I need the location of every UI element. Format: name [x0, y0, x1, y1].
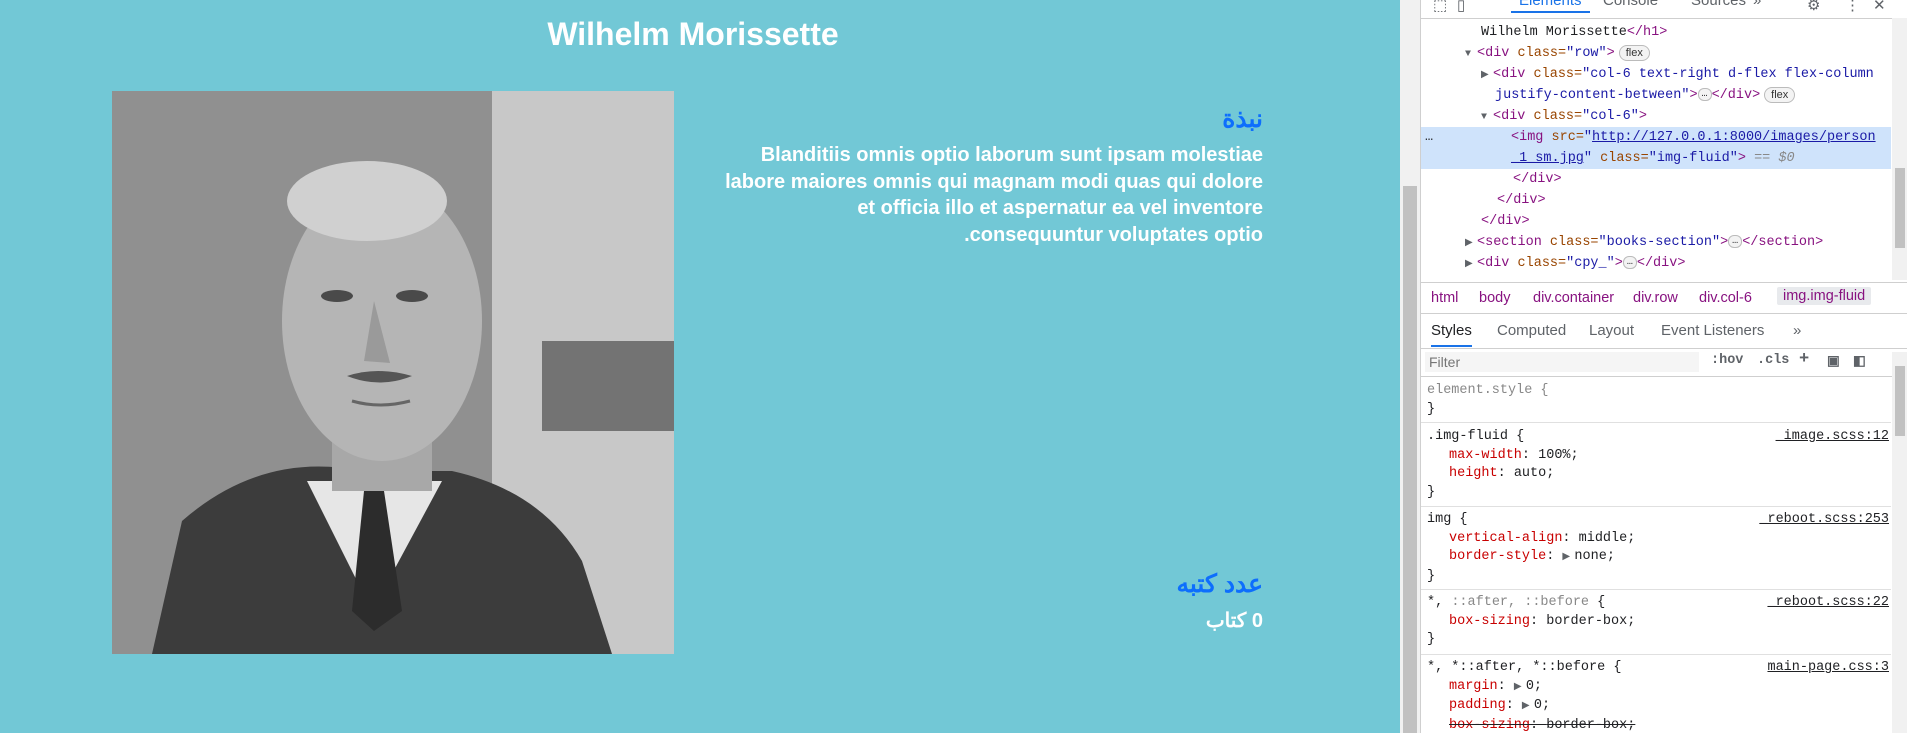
author-info: نبذة Blanditiis omnis optio laborum sunt…	[720, 100, 1263, 660]
style-rule: *, *::after, *::before { main-page.css:3…	[1427, 659, 1889, 733]
page-scrollbar[interactable]	[1400, 0, 1420, 733]
books-count-value: 0 كتاب	[1205, 610, 1263, 632]
page-viewport: Wilhelm Morissette نبذة Blanditiis omnis…	[0, 0, 1400, 733]
styles-filter-input[interactable]	[1425, 352, 1699, 372]
source-link[interactable]: main-page.css:3	[1767, 659, 1889, 678]
flex-badge[interactable]: flex	[1618, 45, 1650, 61]
hov-toggle-button[interactable]: :hov	[1711, 353, 1743, 368]
style-rule: .img-fluid { _image.scss:12 max-width: 1…	[1421, 428, 1891, 507]
dom-line[interactable]: ▼ <div class="col-6">	[1421, 106, 1891, 127]
breadcrumb-div-container[interactable]: div.container	[1533, 290, 1614, 306]
more-tabs-button[interactable]: »	[1753, 0, 1761, 9]
flex-badge[interactable]: flex	[1764, 87, 1796, 103]
page-title: Wilhelm Morissette	[547, 16, 839, 52]
collapse-triangle-icon[interactable]: ▼	[1481, 107, 1493, 129]
dom-line[interactable]: ▶ <section class="books-section">… </secti…	[1421, 232, 1891, 253]
styles-scrollbar[interactable]	[1892, 352, 1907, 733]
tab-computed[interactable]: Computed	[1497, 322, 1566, 339]
expand-triangle-icon[interactable]: ▶	[1514, 679, 1526, 698]
image-src-link[interactable]: http://127.0.0.1:8000/images/person	[1592, 130, 1876, 145]
dom-tree-scrollbar[interactable]	[1892, 18, 1907, 280]
bio-text: Blanditiis omnis optio laborum sunt ipsa…	[725, 144, 1263, 246]
settings-gear-icon[interactable]: ⚙	[1807, 0, 1820, 14]
collapsed-ellipsis[interactable]: …	[1697, 87, 1712, 101]
page-scrollbar-thumb[interactable]	[1403, 186, 1417, 733]
style-rule: img { _reboot.scss:253 vertical-align: m…	[1421, 511, 1891, 590]
tab-console[interactable]: Console	[1603, 0, 1658, 9]
dom-line[interactable]: justify-content-between">… </div> flex	[1421, 85, 1891, 106]
author-portrait	[112, 91, 674, 654]
inspect-element-icon[interactable]: ⬚	[1433, 0, 1447, 14]
expand-triangle-icon[interactable]: ▶	[1465, 254, 1477, 276]
expand-triangle-icon[interactable]: ▶	[1481, 65, 1493, 87]
breadcrumb-div-row[interactable]: div.row	[1633, 290, 1678, 306]
breadcrumb-img-fluid[interactable]: img.img-fluid	[1777, 287, 1872, 305]
paint-brush-icon[interactable]: ▣	[1827, 353, 1840, 370]
devtools-toolbar: ⬚ ▯ Elements Console Sources » ⚙ ⋮ ✕	[1421, 0, 1907, 19]
device-toolbar-icon[interactable]: ▯	[1457, 0, 1465, 14]
collapse-triangle-icon[interactable]: ▼	[1465, 44, 1477, 66]
close-icon[interactable]: ✕	[1873, 0, 1886, 14]
source-link[interactable]: _reboot.scss:22	[1767, 594, 1889, 613]
dom-line[interactable]: </div>	[1421, 190, 1891, 211]
cls-toggle-button[interactable]: .cls	[1757, 353, 1789, 368]
collapsed-ellipsis[interactable]: …	[1622, 255, 1637, 269]
toggle-sidebar-icon[interactable]: ◧	[1853, 353, 1866, 370]
more-style-tabs-button[interactable]: »	[1793, 322, 1801, 339]
styles-pane: element.style { } .img-fluid { _image.sc…	[1421, 378, 1891, 733]
style-rule: element.style { }	[1421, 382, 1891, 423]
tab-elements[interactable]: Elements	[1511, 0, 1590, 13]
breadcrumb-html[interactable]: html	[1431, 290, 1458, 306]
collapsed-ellipsis[interactable]: …	[1728, 234, 1743, 248]
source-link[interactable]: _reboot.scss:253	[1759, 511, 1889, 530]
dom-line-selected[interactable]: … <img src="http://127.0.0.1:8000/images…	[1421, 127, 1891, 169]
styles-tabbar: Styles Computed Layout Event Listeners »	[1421, 314, 1907, 349]
books-count-heading: عدد كتبه	[1176, 570, 1263, 598]
dom-line[interactable]: ▼ <div class="row"> flex	[1421, 43, 1891, 64]
style-rule: *, ::after, ::before { _reboot.scss:22 b…	[1421, 594, 1891, 655]
tab-layout[interactable]: Layout	[1589, 322, 1634, 339]
breadcrumb-body[interactable]: body	[1479, 290, 1510, 306]
dom-tree-scrollbar-thumb[interactable]	[1895, 168, 1905, 248]
breadcrumb-div-col-6[interactable]: div.col-6	[1699, 290, 1752, 306]
dom-tree[interactable]: Wilhelm Morissette</h1> ▼ <div class="row…	[1421, 22, 1891, 282]
source-link[interactable]: _image.scss:12	[1776, 428, 1889, 447]
dom-line[interactable]: Wilhelm Morissette</h1>	[1421, 22, 1891, 43]
dom-gutter-ellipsis[interactable]: …	[1425, 127, 1433, 149]
new-rule-button[interactable]: +	[1799, 350, 1809, 369]
devtools-panel: ⬚ ▯ Elements Console Sources » ⚙ ⋮ ✕ Wil…	[1420, 0, 1907, 733]
tab-sources[interactable]: Sources	[1691, 0, 1746, 9]
tab-styles[interactable]: Styles	[1431, 322, 1472, 347]
dom-line[interactable]: </div>	[1421, 169, 1891, 190]
styles-scrollbar-thumb[interactable]	[1895, 366, 1905, 436]
expand-triangle-icon[interactable]: ▶	[1562, 549, 1574, 568]
dom-line[interactable]: ▶ <div class="col-6 text-right d-flex fle…	[1421, 64, 1891, 85]
expand-triangle-icon[interactable]: ▶	[1465, 233, 1477, 255]
styles-filter-row: :hov .cls + ▣ ◧	[1421, 350, 1907, 377]
dom-line[interactable]: </div>	[1421, 211, 1891, 232]
portrait-image	[112, 91, 674, 654]
expand-triangle-icon[interactable]: ▶	[1522, 698, 1534, 717]
dom-line[interactable]: ▶ <div class="cpy_">… </div>	[1421, 253, 1891, 274]
bio-heading: نبذة	[1222, 105, 1263, 133]
tab-event-listeners[interactable]: Event Listeners	[1661, 322, 1764, 339]
image-src-link[interactable]: _1_sm.jpg	[1511, 151, 1584, 166]
kebab-menu-icon[interactable]: ⋮	[1845, 0, 1860, 14]
breadcrumb: html body div.container div.row div.col-…	[1421, 282, 1907, 314]
